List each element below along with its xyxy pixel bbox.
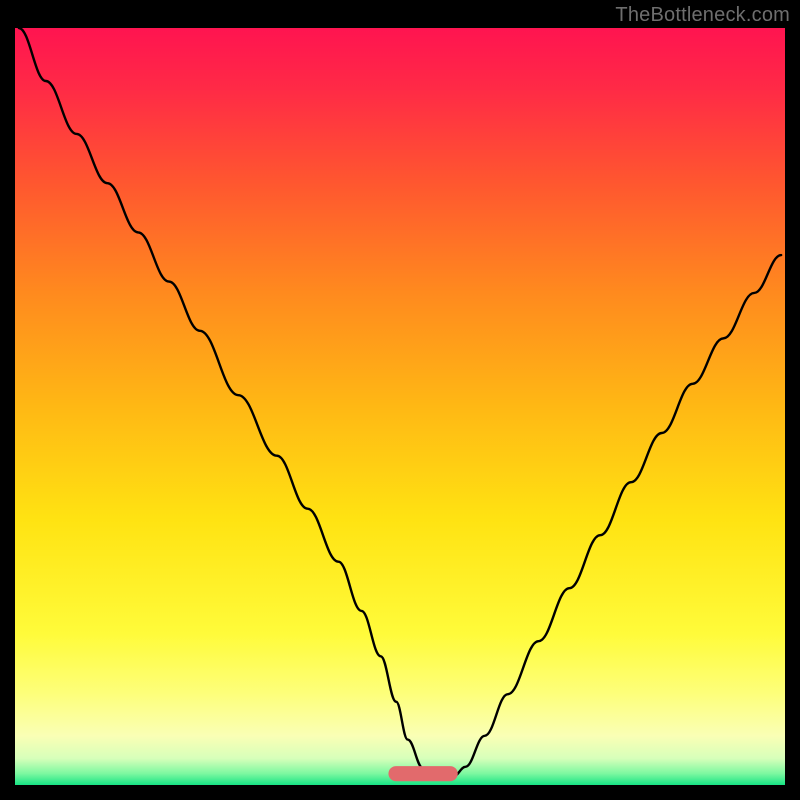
- chart-frame: TheBottleneck.com: [0, 0, 800, 800]
- plot-area: [15, 28, 785, 785]
- optimal-marker: [388, 766, 457, 781]
- gradient-background: [15, 28, 785, 785]
- watermark-text: TheBottleneck.com: [615, 4, 790, 27]
- bottleneck-chart: [15, 28, 785, 785]
